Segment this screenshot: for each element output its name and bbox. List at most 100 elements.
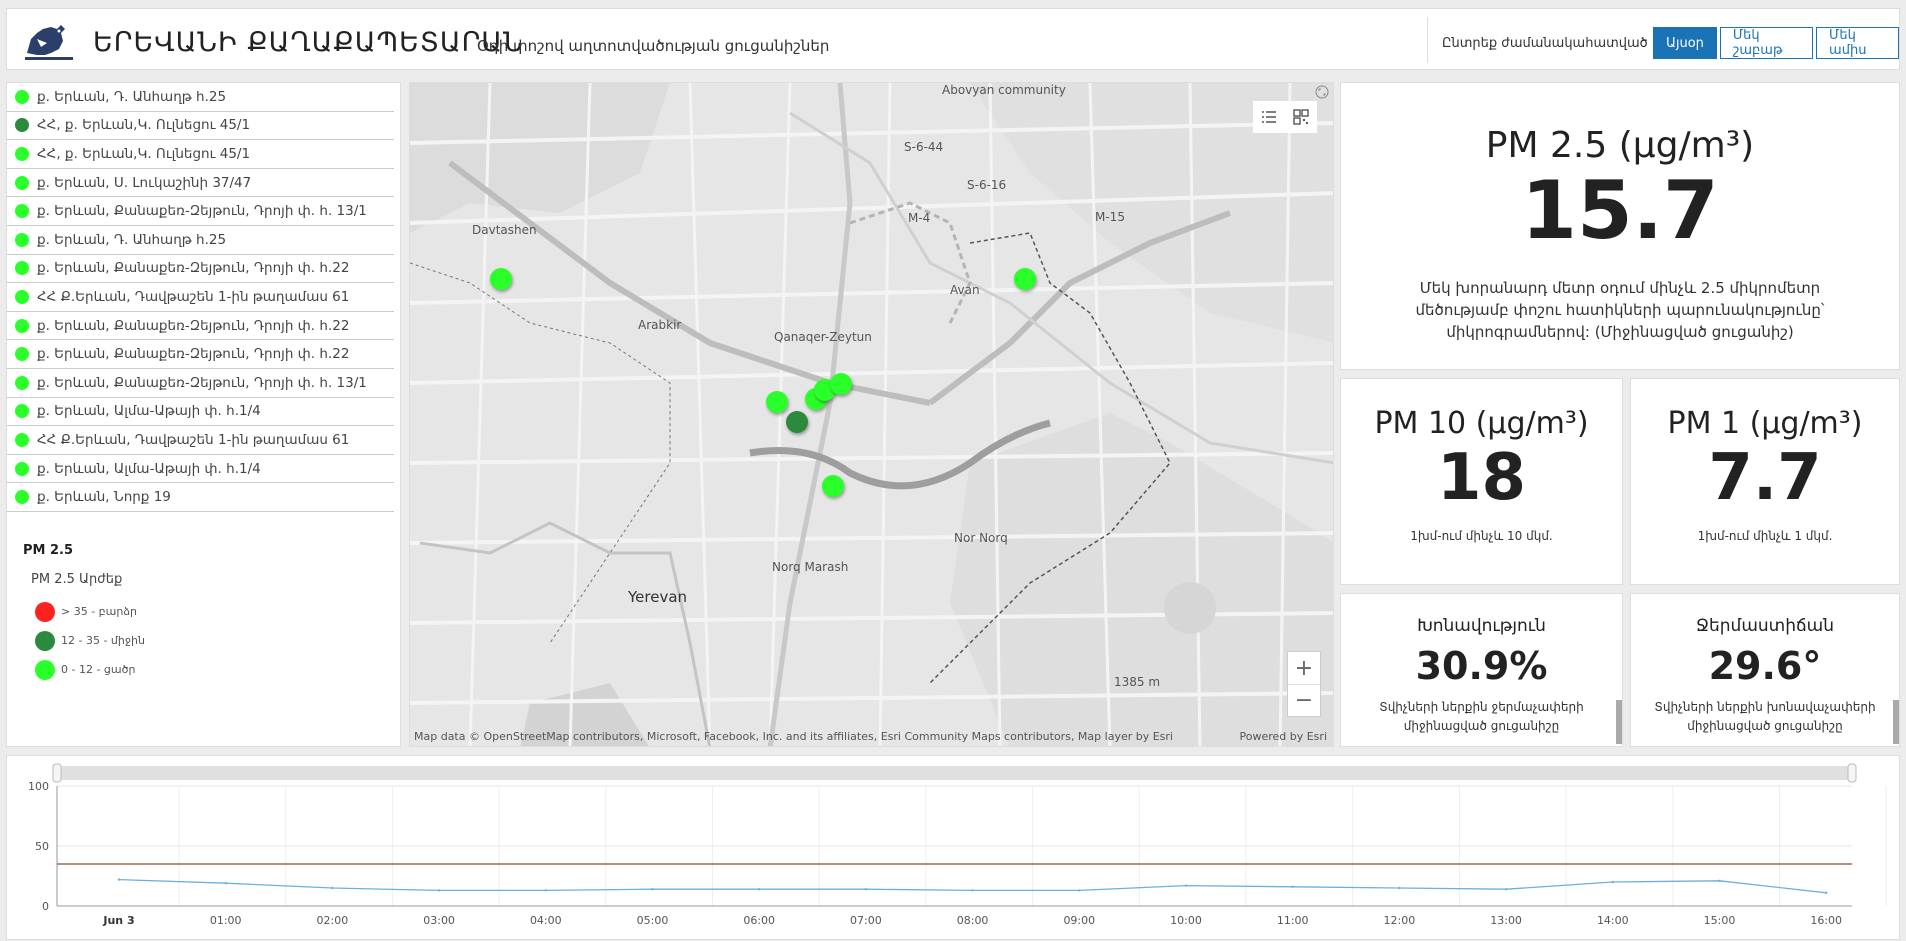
station-name: ք. Երևան, Նորք 19 (37, 489, 171, 506)
period-week-button[interactable]: Մեկ շաբաթ (1719, 27, 1814, 59)
map-label-m4: M-4 (908, 211, 931, 225)
station-status-dot (15, 404, 29, 419)
station-name: ք. Երևան, Ալմա-Աթայի փ. հ.1/4 (37, 403, 261, 420)
chart-point (1184, 884, 1188, 887)
station-name: ՀՀ Ք.Երևան, Դավթաշեն 1-ին թաղամաս 61 (37, 431, 350, 448)
temperature-description-line-1: Տվիչների ներքին խոնավաչափերի (1654, 700, 1876, 714)
period-month-button[interactable]: Մեկ ամիս (1816, 27, 1899, 59)
chart-point (544, 889, 547, 892)
station-status-dot (15, 118, 29, 133)
station-list-item[interactable]: ք. Երևան, Քանաքեռ-Զեյթուն, Դրոյի փ. հ.22 (7, 340, 394, 369)
station-list-item[interactable]: ք. Երևան, Ս. Լուկաշինի 37/47 (7, 169, 394, 198)
x-tick-label: Jun 3 (102, 914, 134, 927)
pm25-value: 15.7 (1521, 164, 1719, 257)
fullscreen-icon[interactable] (1315, 85, 1329, 99)
station-status-dot (15, 490, 29, 505)
legend-swatch-high (35, 601, 55, 622)
chart-point (864, 888, 868, 891)
station-status-dot (15, 232, 29, 247)
station-list-item[interactable]: ՀՀ Ք.Երևան, Դավթաշեն 1-ին թաղամաս 61 (7, 283, 394, 312)
temperature-scrollbar[interactable] (1893, 700, 1899, 744)
station-status-dot (15, 432, 29, 447)
map-label-abovyan: Abovyan community (942, 83, 1066, 97)
chart-point (1291, 885, 1294, 888)
legend-item-medium: 12 - 35 - միջին (35, 626, 145, 655)
list-view-icon[interactable] (1260, 108, 1278, 126)
chart-point (1504, 888, 1508, 891)
page-title: ԵՐԵՎԱՆԻ ՔԱՂԱՔԱՊԵՏԱՐԱՆ (93, 27, 524, 58)
map-label-m15: M-15 (1095, 210, 1125, 224)
period-today-button[interactable]: Այսօր (1653, 27, 1717, 59)
map-station-marker[interactable] (786, 411, 808, 433)
zoom-in-button[interactable]: + (1288, 652, 1320, 684)
humidity-scrollbar[interactable] (1616, 700, 1622, 744)
station-list-item[interactable]: ՀՀ Ք.Երևան, Դավթաշեն 1-ին թաղամաս 61 (7, 426, 394, 455)
humidity-title: Խոնավություն (1417, 616, 1546, 636)
qr-code-icon[interactable] (1292, 108, 1310, 126)
station-list-item[interactable]: ք. Երևան, Նորք 19 (7, 483, 394, 512)
period-selector: Այսօր Մեկ շաբաթ Մեկ ամիս (1650, 27, 1899, 59)
map-label-elevation: 1385 m (1114, 675, 1161, 689)
station-list-item[interactable]: ք. Երևան, Ալմա-Աթայի փ. հ.1/4 (7, 398, 394, 427)
x-tick-label: 13:00 (1490, 914, 1522, 927)
map-label-avan: Avan (950, 283, 980, 297)
chart-point (758, 888, 761, 891)
x-tick-label: 10:00 (1170, 914, 1202, 927)
stations-panel: ք. Երևան, Դ. Անհաղթ հ.25 ՀՀ, ք. Երևան,Կ. … (6, 82, 401, 747)
station-name: ՀՀ Ք.Երևան, Դավթաշեն 1-ին թաղամաս 61 (37, 288, 350, 305)
station-list-item[interactable]: ք. Երևան, Ալմա-Աթայի փ. հ.1/4 (7, 455, 394, 484)
station-name: ք. Երևան, Դ. Անհաղթ հ.25 (37, 231, 227, 248)
map-station-marker[interactable] (490, 268, 512, 290)
pm25-panel: PM 2.5 (μg/m³) 15.7 Մեկ խորանարդ մետր օդ… (1340, 82, 1900, 370)
legend-label-medium: 12 - 35 - միջին (61, 634, 145, 647)
pm25-legend: PM 2.5 PM 2.5 Արժեք > 35 - բարձր 12 - 35… (23, 543, 145, 684)
station-list-item[interactable]: ք. Երևան, Քանաքեռ-Զեյթուն, Դրոյի փ. հ. 1… (7, 197, 394, 226)
legend-subtitle: PM 2.5 Արժեք (31, 572, 123, 587)
map-station-marker[interactable] (830, 373, 852, 395)
pm10-title: PM 10 (μg/m³) (1374, 406, 1589, 441)
map-station-marker[interactable] (1014, 268, 1036, 290)
humidity-description-line-1: Տվիչների ներքին ջերմաչափերի (1379, 700, 1584, 714)
station-list-item[interactable]: ք. Երևան, Դ. Անհաղթ հ.25 (7, 226, 394, 255)
map-attribution: Map data © OpenStreetMap contributors, M… (414, 730, 1173, 743)
map-basemap (410, 83, 1333, 746)
humidity-panel: Խոնավություն 30.9% Տվիչների ներքին ջերմա… (1340, 593, 1623, 747)
station-name: ՀՀ, ք. Երևան,Կ. Ուլնեցու 45/1 (37, 145, 251, 162)
map-powered-by[interactable]: Powered by Esri (1239, 730, 1327, 743)
pm1-title: PM 1 (μg/m³) (1667, 406, 1863, 441)
x-tick-label: 09:00 (1063, 914, 1095, 927)
x-tick-label: 02:00 (317, 914, 349, 927)
zoom-out-button[interactable]: − (1288, 684, 1320, 716)
map-label-yerevan: Yerevan (628, 588, 688, 606)
x-tick-label: 06:00 (743, 914, 775, 927)
station-list-item[interactable]: ՀՀ, ք. Երևան,Կ. Ուլնեցու 45/1 (7, 140, 394, 169)
station-list-item[interactable]: ՀՀ, ք. Երևան,Կ. Ուլնեցու 45/1 (7, 112, 394, 141)
x-tick-label: 07:00 (850, 914, 882, 927)
station-name: ք. Երևան, Քանաքեռ-Զեյթուն, Դրոյի փ. հ. 1… (37, 374, 367, 391)
yerevan-lion-logo (25, 25, 73, 60)
map-label-davtashen: Davtashen (472, 223, 537, 237)
chart-point (971, 889, 974, 892)
station-status-dot (15, 204, 29, 219)
y-tick-label: 100 (28, 780, 49, 793)
station-name: ք. Երևան, Ալմա-Աթայի փ. հ.1/4 (37, 460, 261, 477)
map-station-marker[interactable] (766, 391, 788, 413)
x-tick-label: 15:00 (1704, 914, 1736, 927)
map-station-marker[interactable] (822, 475, 844, 497)
station-list-item[interactable]: ք. Երևան, Քանաքեռ-Զեյթուն, Դրոյի փ. հ. 1… (7, 369, 394, 398)
pm10-description: 1խմ-ում մինչև 10 մկմ. (1410, 529, 1553, 543)
station-list-item[interactable]: ք. Երևան, Քանաքեռ-Զեյթուն, Դրոյի փ. հ.22 (7, 312, 394, 341)
station-list-item[interactable]: ք. Երևան, Դ. Անհաղթ հ.25 (7, 83, 394, 112)
chart-point (117, 878, 121, 881)
pm10-value: 18 (1436, 441, 1527, 515)
map-label-qanaqer-zeytun: Qanaqer-Zeytun (774, 330, 872, 344)
station-status-dot (15, 289, 29, 304)
timeline-chart-svg: 0 50 100 Jun 3 01:00 02:00 03:00 04:00 05:00 06:0… (28, 763, 1887, 927)
station-list-item[interactable]: ք. Երևան, Քանաքեռ-Զեյթուն, Դրոյի փ. հ.22 (7, 255, 394, 284)
pm25-description: Մեկ խորանարդ մետր օդում մինչև 2.5 միկրոմ… (1415, 279, 1825, 341)
y-tick-label: 50 (35, 840, 49, 853)
legend-label-high: > 35 - բարձր (61, 605, 137, 618)
humidity-description-line-2: միջինացված ցուցանիշը (1403, 719, 1560, 733)
map-view[interactable]: Davtashen Arabkir Qanaqer-Zeytun Avan Ye… (409, 82, 1334, 747)
legend-title: PM 2.5 (23, 543, 74, 558)
